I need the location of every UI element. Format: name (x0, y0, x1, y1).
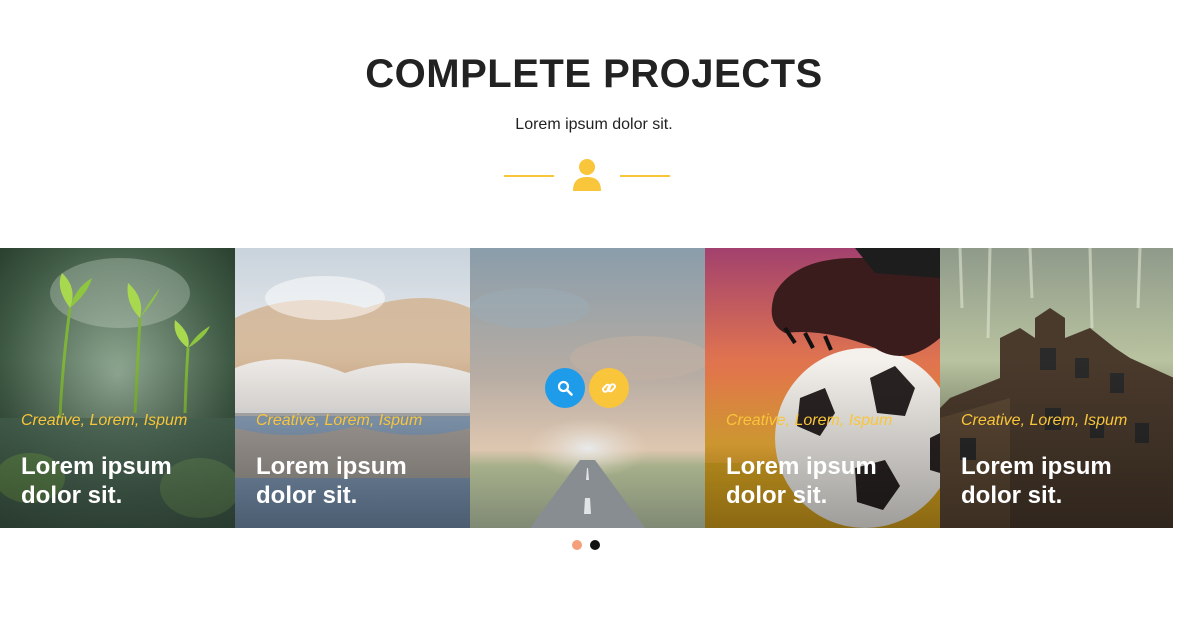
project-categories: Creative, Lorem, Ispum (21, 412, 188, 429)
user-icon (573, 159, 601, 191)
project-card[interactable]: Creative, Lorem, Ispum Lorem ipsum dolor… (0, 248, 235, 528)
hover-overlay (470, 248, 705, 528)
project-categories: Creative, Lorem, Ispum (726, 412, 893, 429)
project-card-active[interactable] (470, 248, 705, 528)
divider-line-right (620, 175, 670, 177)
carousel-dot-1[interactable] (572, 540, 582, 550)
open-link-button[interactable] (589, 368, 629, 408)
title-divider (504, 158, 670, 192)
project-card[interactable]: Creative, Lorem, Ispum Lorem ipsum dolor… (235, 248, 470, 528)
search-icon (557, 380, 573, 396)
carousel-dot-2-active[interactable] (590, 540, 600, 550)
section-subtitle: Lorem ipsum dolor sit. (515, 116, 673, 133)
zoom-button[interactable] (545, 368, 585, 408)
project-caption: Lorem ipsum dolor sit. (256, 453, 407, 509)
project-caption: Lorem ipsum dolor sit. (726, 453, 877, 509)
divider-line-left (504, 175, 554, 177)
section-title: COMPLETE PROJECTS (365, 52, 823, 96)
project-card[interactable]: Creative, Lorem, Ispum Lorem ipsum dolor… (940, 248, 1173, 528)
project-caption: Lorem ipsum dolor sit. (21, 453, 172, 509)
carousel-pagination (572, 540, 600, 550)
project-categories: Creative, Lorem, Ispum (961, 412, 1128, 429)
link-icon (601, 383, 617, 393)
project-categories: Creative, Lorem, Ispum (256, 412, 423, 429)
project-card[interactable]: Creative, Lorem, Ispum Lorem ipsum dolor… (705, 248, 940, 528)
project-caption: Lorem ipsum dolor sit. (961, 453, 1112, 509)
project-gallery: Creative, Lorem, Ispum Lorem ipsum dolor… (0, 248, 1173, 528)
